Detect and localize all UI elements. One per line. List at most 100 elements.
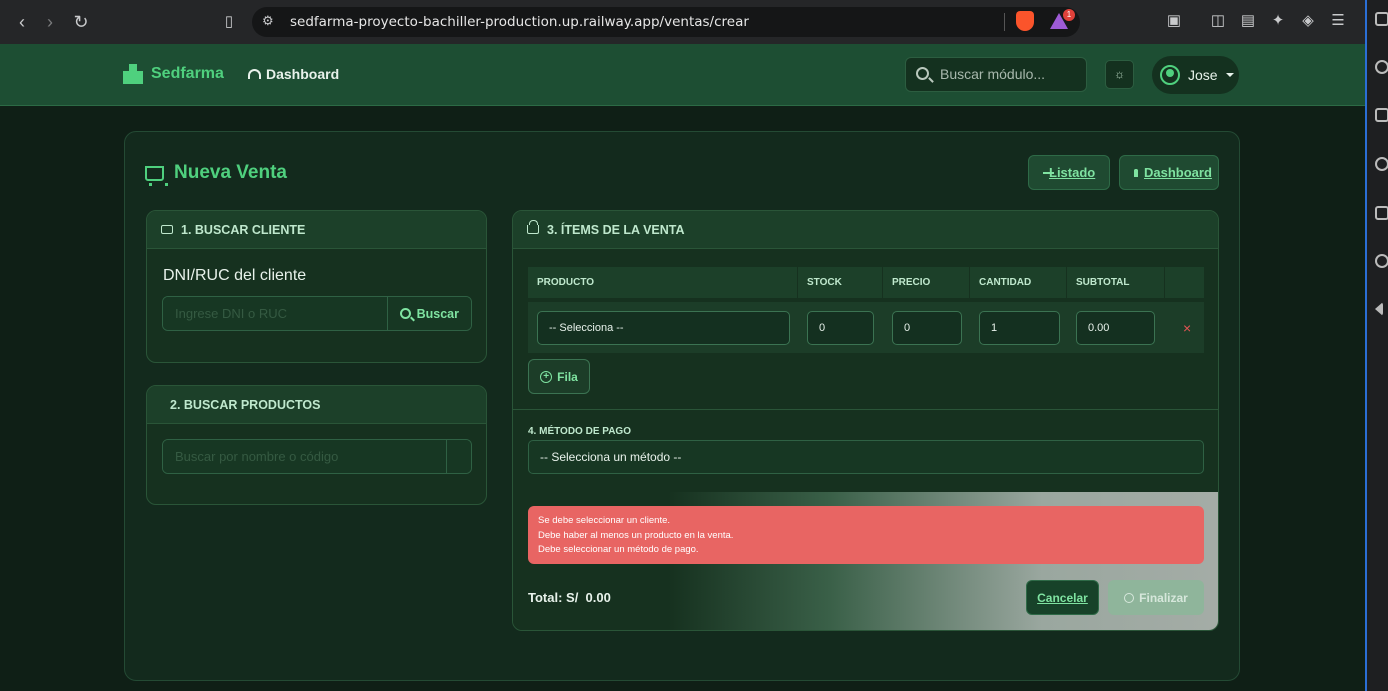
menu-icon[interactable]: ☰ <box>1328 10 1348 32</box>
rewards-badge: 1 <box>1063 9 1075 21</box>
plus-circle-icon: + <box>540 370 553 383</box>
finalize-label: Finalizar <box>1139 590 1188 605</box>
url-divider <box>1004 13 1005 31</box>
items-table: PRODUCTO STOCK PRECIO CANTIDAD SUBTOTAL … <box>528 267 1204 353</box>
screenshot-icon[interactable]: ▣ <box>1164 10 1184 32</box>
section-divider <box>513 409 1218 410</box>
product-search-input[interactable] <box>163 440 446 473</box>
extensions-icon[interactable] <box>1375 206 1388 220</box>
user-avatar-icon <box>1160 65 1180 85</box>
app-header: Sedfarma Dashboard ☼ Jose <box>0 44 1365 106</box>
id-card-icon <box>161 225 173 234</box>
table-header: PRODUCTO STOCK PRECIO CANTIDAD SUBTOTAL <box>528 267 1204 298</box>
pharmacy-logo-icon <box>123 64 143 84</box>
col-stock: STOCK <box>798 267 883 298</box>
col-producto: PRODUCTO <box>528 267 798 298</box>
forward-icon[interactable]: › <box>38 10 62 34</box>
cart-icon <box>145 165 168 186</box>
dni-input[interactable] <box>163 297 387 330</box>
browser-actions: ▣ ◫ ▤ ✦ ◈ ☰ <box>1164 10 1348 32</box>
leo-ai-icon[interactable]: ✦ <box>1268 10 1288 32</box>
listado-button[interactable]: Listado <box>1028 155 1110 190</box>
arrow-side-icon[interactable] <box>1375 302 1383 316</box>
dni-input-group: Buscar <box>162 296 472 331</box>
client-panel-header: 1. BUSCAR CLIENTE <box>147 211 486 249</box>
brand-link[interactable]: Sedfarma <box>123 64 224 84</box>
theme-toggle-button[interactable]: ☼ <box>1105 60 1134 89</box>
user-name: Jose <box>1188 67 1218 83</box>
client-panel-title: 1. BUSCAR CLIENTE <box>181 222 306 237</box>
payment-method-select[interactable]: -- Selecciona un método -- <box>528 440 1204 474</box>
module-search <box>905 57 1087 92</box>
listado-label: Listado <box>1049 165 1096 180</box>
module-search-input[interactable] <box>940 66 1080 82</box>
address-bar[interactable]: ⚙ sedfarma-proyecto-bachiller-production… <box>252 7 1080 37</box>
bookmark-icon[interactable]: ▯ <box>217 10 241 34</box>
subtotal-field[interactable]: 0.00 <box>1076 310 1155 345</box>
speedometer-icon <box>248 69 261 79</box>
col-cantidad: CANTIDAD <box>970 267 1067 298</box>
cancel-button[interactable]: Cancelar <box>1026 580 1099 615</box>
sale-form-card: Nueva Venta Listado Dashboard 1. BUSCAR … <box>124 131 1240 681</box>
search-icon <box>399 308 411 319</box>
add-row-label: Fila <box>557 369 578 384</box>
error-message: Se debe seleccionar un cliente. <box>538 515 671 526</box>
stock-field[interactable]: 0 <box>807 310 874 345</box>
check-circle-icon <box>1124 592 1135 603</box>
basket-icon <box>527 220 539 234</box>
validation-alert: Se debe seleccionar un cliente. Debe hab… <box>528 506 1204 564</box>
client-search-panel: 1. BUSCAR CLIENTE DNI/RUC del cliente Bu… <box>146 210 487 363</box>
debug-icon[interactable] <box>1375 157 1388 171</box>
git-icon[interactable] <box>1375 108 1388 122</box>
product-panel-header: 2. BUSCAR PRODUCTOS <box>147 386 486 424</box>
price-field[interactable]: 0 <box>892 310 962 345</box>
col-actions <box>1165 267 1204 298</box>
copy-icon[interactable] <box>1375 12 1388 26</box>
search-client-button[interactable]: Buscar <box>386 297 471 330</box>
remove-row-icon[interactable]: × <box>1183 320 1191 336</box>
sale-total: Total: S/ 0.00 <box>528 590 611 605</box>
add-row-button[interactable]: + Fila <box>528 359 590 394</box>
page-title-text: Nueva Venta <box>174 162 287 183</box>
vpn-icon[interactable]: ◈ <box>1298 10 1318 32</box>
sun-icon: ☼ <box>1114 67 1125 81</box>
product-select[interactable]: -- Selecciona -- <box>537 310 790 345</box>
sidebar-icon[interactable]: ◫ <box>1208 10 1228 32</box>
finalize-button[interactable]: Finalizar <box>1108 580 1204 615</box>
error-message: Debe haber al menos un producto en la ve… <box>538 529 734 541</box>
side-panel-strip <box>1365 0 1388 691</box>
url-text[interactable]: sedfarma-proyecto-bachiller-production.u… <box>290 14 749 30</box>
total-label: Total: S/ <box>528 590 579 605</box>
items-panel-title: 3. ÍTEMS DE LA VENTA <box>547 222 685 237</box>
dashboard-button[interactable]: Dashboard <box>1119 155 1219 190</box>
robot-icon[interactable] <box>1375 254 1388 268</box>
items-panel-header: 3. ÍTEMS DE LA VENTA <box>513 211 1218 249</box>
chevron-down-icon <box>1225 73 1234 77</box>
browser-toolbar: ‹ › ↻ ▯ ⚙ sedfarma-proyecto-bachiller-pr… <box>0 0 1365 44</box>
product-search-panel: 2. BUSCAR PRODUCTOS <box>146 385 487 505</box>
col-precio: PRECIO <box>883 267 970 298</box>
nav-dashboard-label: Dashboard <box>266 66 340 82</box>
search-client-label: Buscar <box>416 306 459 321</box>
reload-icon[interactable]: ↻ <box>69 10 93 34</box>
page-title: Nueva Venta <box>145 162 287 186</box>
site-settings-icon[interactable]: ⚙ <box>262 13 274 29</box>
quantity-field[interactable]: 1 <box>979 310 1060 345</box>
speedometer-icon <box>1134 168 1138 177</box>
nav-dashboard-link[interactable]: Dashboard <box>248 66 339 82</box>
brand-name: Sedfarma <box>151 65 224 82</box>
search-side-icon[interactable] <box>1375 60 1388 74</box>
dashboard-label: Dashboard <box>1144 165 1212 180</box>
form-footer: Se debe seleccionar un cliente. Debe hab… <box>513 492 1218 630</box>
dni-label: DNI/RUC del cliente <box>163 267 307 284</box>
total-value: 0.00 <box>585 590 611 605</box>
back-icon[interactable]: ‹ <box>10 10 34 34</box>
product-input-group <box>162 439 472 474</box>
table-row: -- Selecciona -- 0 0 1 0.00 × <box>528 302 1204 353</box>
brave-shields-icon[interactable] <box>1016 11 1034 31</box>
user-menu-button[interactable]: Jose <box>1152 56 1239 94</box>
col-subtotal: SUBTOTAL <box>1067 267 1165 298</box>
wallet-icon[interactable]: ▤ <box>1238 10 1258 32</box>
product-search-button[interactable] <box>446 440 471 473</box>
payment-method-label: 4. MÉTODO DE PAGO <box>528 426 631 437</box>
